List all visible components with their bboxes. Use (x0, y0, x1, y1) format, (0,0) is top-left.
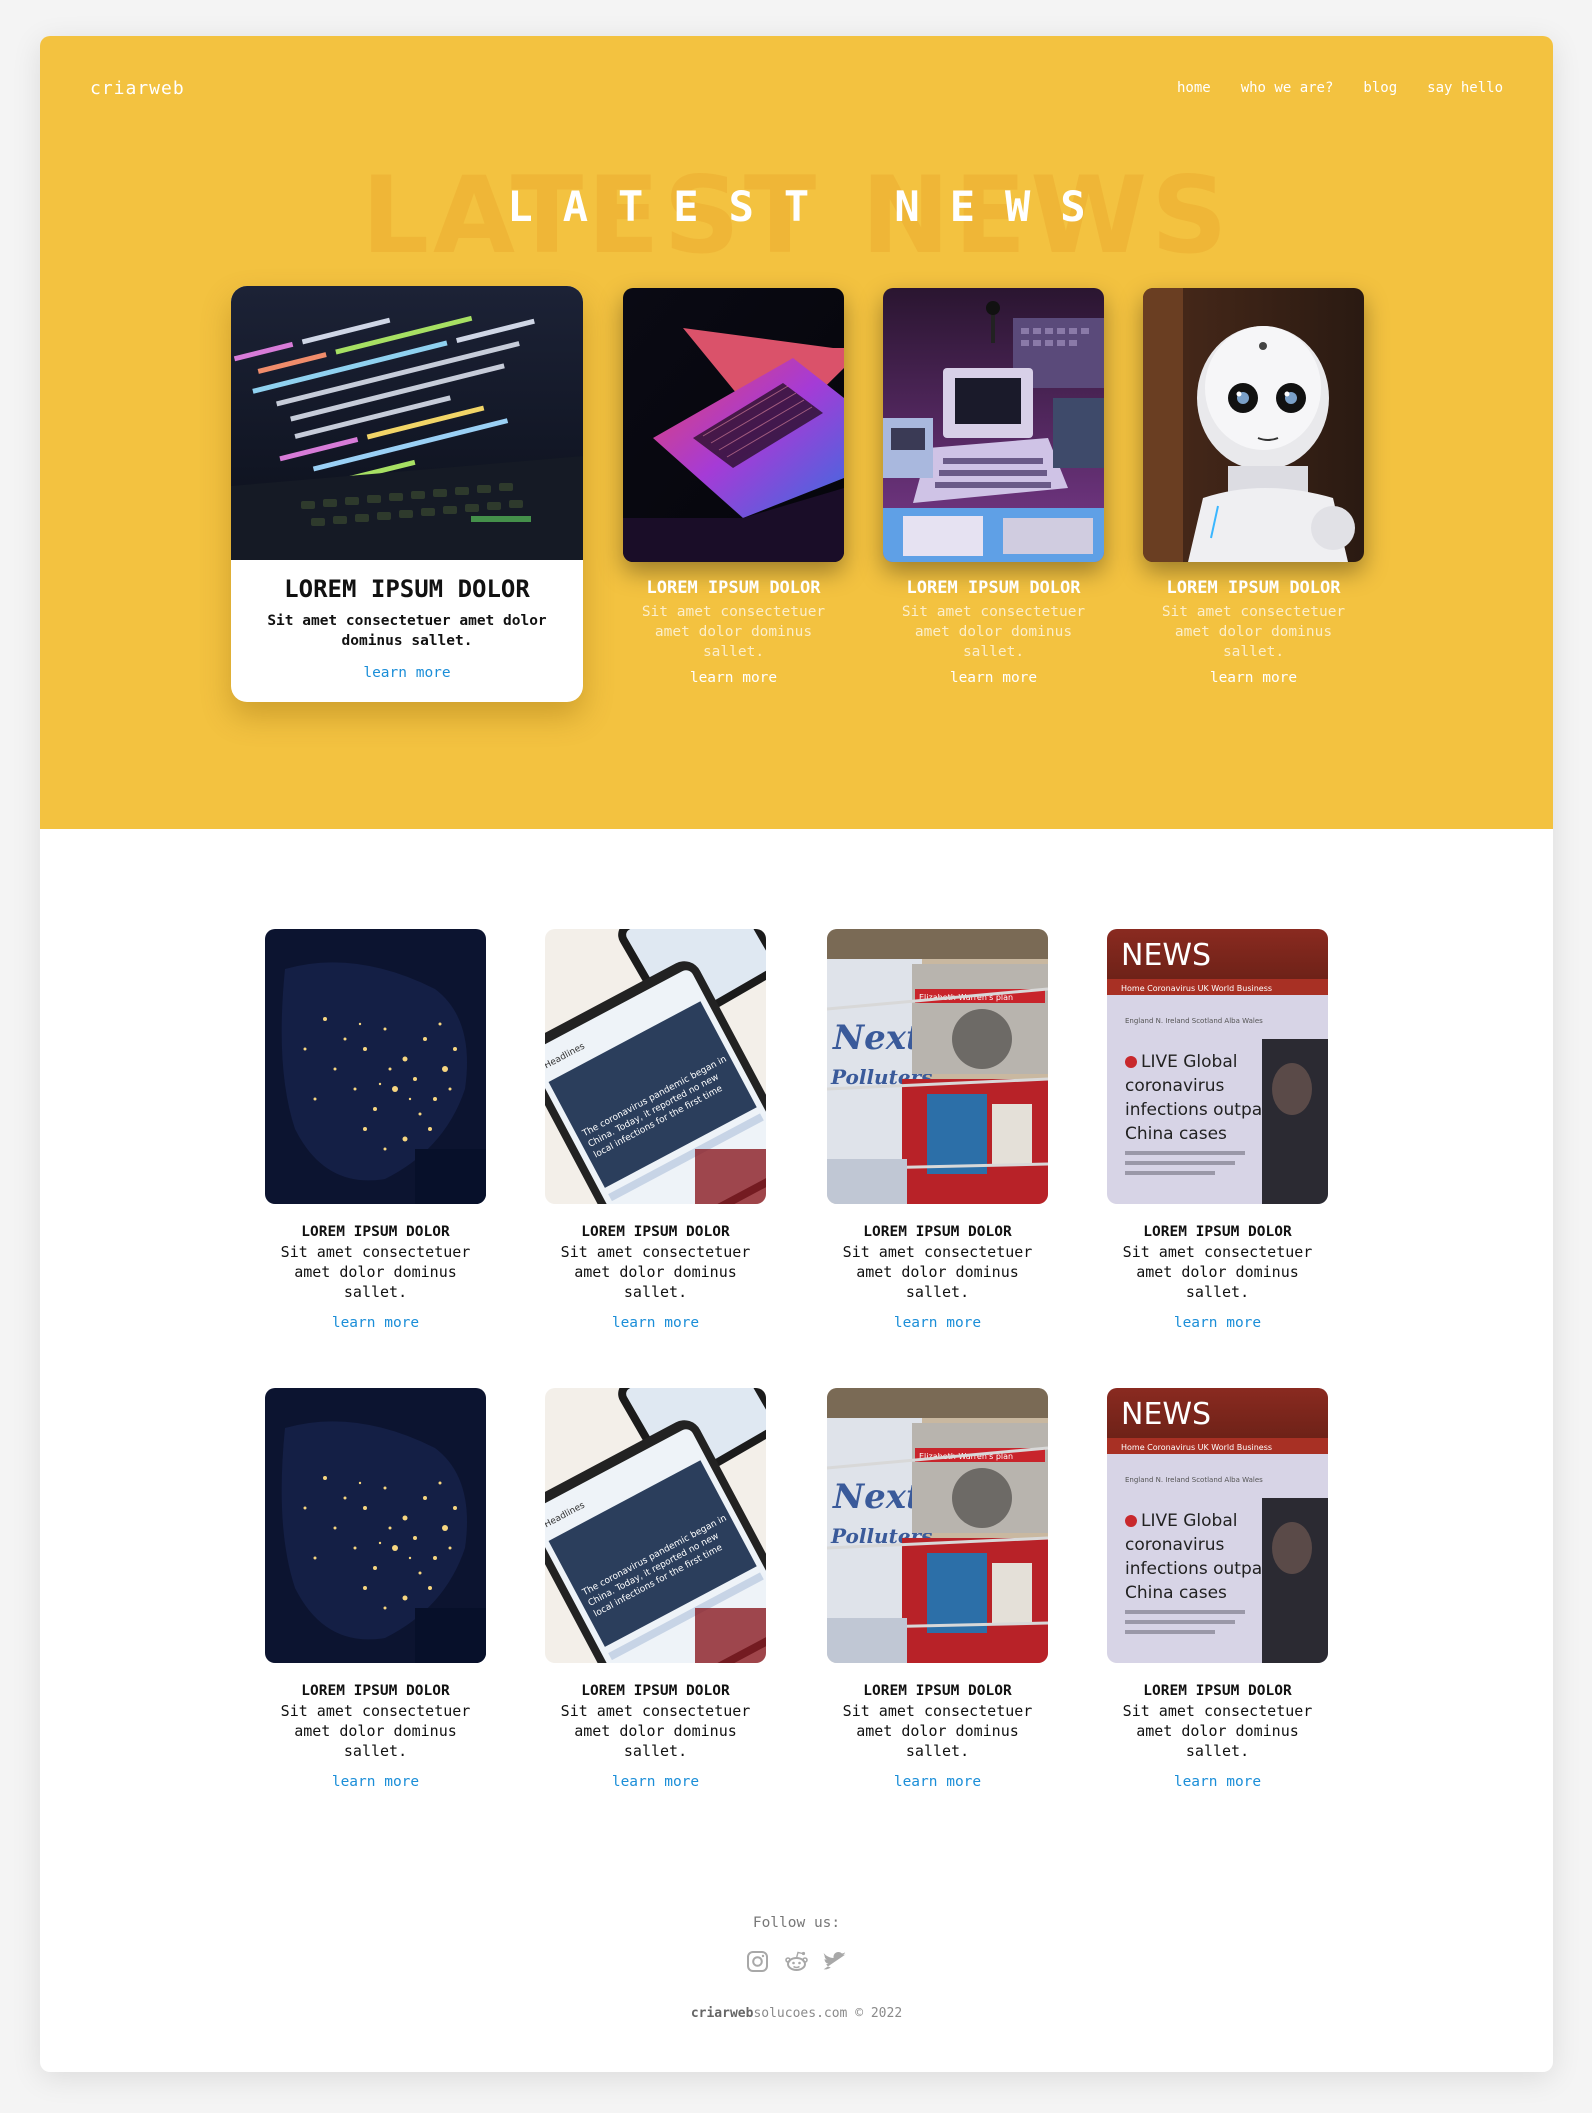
nav-say-hello[interactable]: say hello (1427, 80, 1503, 96)
featured-learn-more-link[interactable]: learn more (231, 665, 583, 681)
grid-news-card[interactable]: Next! Polluters Elizabeth Warren's plan … (827, 1388, 1048, 1790)
hero-card-desc: Sit amet consectetuer amet dolor dominus… (641, 604, 826, 660)
grid-learn-more-link[interactable]: learn more (265, 1315, 486, 1331)
grid-card-title: LOREM IPSUM DOLOR (1143, 1683, 1292, 1699)
magazines-image: Next! Polluters Elizabeth Warren's plan (827, 1388, 1048, 1663)
hero-card-desc: Sit amet consectetuer amet dolor dominus… (1161, 604, 1346, 660)
robot-image (1143, 288, 1364, 562)
featured-news-card[interactable]: LOREM IPSUM DOLOR Sit amet consectetuer … (231, 286, 583, 702)
laptop-code-image (231, 286, 583, 560)
svg-text:infections outpace: infections outpace (1125, 1559, 1282, 1579)
featured-card-title: LOREM IPSUM DOLOR (284, 575, 530, 603)
hero-news-card-2[interactable]: LOREM IPSUM DOLOR Sit amet consectetuer … (883, 288, 1104, 686)
svg-text:China cases: China cases (1125, 1583, 1227, 1603)
hero-card-learn-more-link[interactable]: learn more (883, 670, 1104, 686)
grid-card-title: LOREM IPSUM DOLOR (581, 1224, 730, 1240)
earth-night-image (265, 1388, 486, 1663)
grid-news-card[interactable]: LOREM IPSUM DOLOR Sit amet consectetuer … (265, 1388, 486, 1790)
social-links (40, 1949, 1553, 1974)
grid-card-title: LOREM IPSUM DOLOR (863, 1224, 1012, 1240)
svg-text:LIVE Global: LIVE Global (1141, 1511, 1238, 1531)
news-screen-image: NEWS Home Coronavirus UK World Business … (1107, 1388, 1328, 1663)
follow-us-label: Follow us: (752, 1915, 841, 1931)
hero-card-title: LOREM IPSUM DOLOR (1166, 578, 1341, 598)
svg-text:NEWS: NEWS (1121, 1397, 1211, 1432)
grid-card-title: LOREM IPSUM DOLOR (581, 1683, 730, 1699)
svg-text:coronavirus: coronavirus (1125, 1076, 1225, 1096)
grid-news-card[interactable]: Next! Polluters Elizabeth Warren's plan … (827, 929, 1048, 1331)
grid-card-desc: Sit amet consectetuer amet dolor dominus… (560, 1702, 751, 1760)
nav-blog[interactable]: blog (1363, 80, 1397, 96)
copyright-rest: solucoes.com © 2022 (753, 2006, 903, 2021)
reddit-icon[interactable] (784, 1949, 809, 1974)
grid-learn-more-link[interactable]: learn more (827, 1774, 1048, 1790)
grid-card-desc: Sit amet consectetuer amet dolor dominus… (1122, 1243, 1313, 1301)
hero-news-card-1[interactable]: LOREM IPSUM DOLOR Sit amet consectetuer … (623, 288, 844, 686)
svg-text:coronavirus: coronavirus (1125, 1535, 1225, 1555)
phone-news-image: Headlines The coronavirus pandemic began… (545, 1388, 766, 1663)
svg-text:LIVE Global: LIVE Global (1141, 1052, 1238, 1072)
hero-card-learn-more-link[interactable]: learn more (623, 670, 844, 686)
page-title: LATEST NEWS (507, 182, 1116, 231)
svg-text:Home Coronavirus UK Worl: Home Coronavirus UK World Business (1121, 984, 1272, 993)
news-screen-image: NEWS Home Coronavirus UK World Business … (1107, 929, 1328, 1204)
retro-computer-image (883, 288, 1104, 562)
svg-text:NEWS: NEWS (1121, 938, 1211, 973)
grid-card-desc: Sit amet consectetuer amet dolor dominus… (280, 1702, 471, 1760)
grid-news-card[interactable]: Headlines The coronavirus pandemic began… (545, 1388, 766, 1790)
grid-card-desc: Sit amet consectetuer amet dolor dominus… (1122, 1702, 1313, 1760)
hero-card-title: LOREM IPSUM DOLOR (906, 578, 1081, 598)
nav-home[interactable]: home (1177, 80, 1211, 96)
phone-news-image: Headlines The coronavirus pandemic began… (545, 929, 766, 1204)
grid-news-card[interactable]: Headlines The coronavirus pandemic began… (545, 929, 766, 1331)
grid-card-title: LOREM IPSUM DOLOR (301, 1224, 450, 1240)
page-frame: criarweb home who we are? blog say hello… (40, 36, 1553, 2072)
svg-text:infections outpace: infections outpace (1125, 1100, 1282, 1120)
copyright-brand: criarweb (690, 2006, 754, 2021)
svg-text:China cases: China cases (1125, 1124, 1227, 1144)
grid-news-card[interactable]: LOREM IPSUM DOLOR Sit amet consectetuer … (265, 929, 486, 1331)
grid-news-card[interactable]: NEWS Home Coronavirus UK World Business … (1107, 929, 1328, 1331)
grid-card-title: LOREM IPSUM DOLOR (863, 1683, 1012, 1699)
magazines-image: Next! Polluters Elizabeth Warren's plan (827, 929, 1048, 1204)
hero-card-desc: Sit amet consectetuer amet dolor dominus… (901, 604, 1086, 660)
grid-learn-more-link[interactable]: learn more (827, 1315, 1048, 1331)
twitter-icon[interactable] (823, 1949, 848, 1974)
grid-card-title: LOREM IPSUM DOLOR (301, 1683, 450, 1699)
grid-card-desc: Sit amet consectetuer amet dolor dominus… (560, 1243, 751, 1301)
brand-logo[interactable]: criarweb (90, 78, 185, 99)
grid-card-title: LOREM IPSUM DOLOR (1143, 1224, 1292, 1240)
grid-card-desc: Sit amet consectetuer amet dolor dominus… (280, 1243, 471, 1301)
copyright: criarwebsolucoes.com © 2022 (40, 2006, 1553, 2021)
grid-learn-more-link[interactable]: learn more (1107, 1315, 1328, 1331)
grid-card-desc: Sit amet consectetuer amet dolor dominus… (842, 1243, 1033, 1301)
svg-text:England N. Ireland Scotlan: England N. Ireland Scotland Alba Wales (1125, 1017, 1263, 1025)
instagram-icon[interactable] (745, 1949, 770, 1974)
grid-card-desc: Sit amet consectetuer amet dolor dominus… (842, 1702, 1033, 1760)
grid-news-card[interactable]: NEWS Home Coronavirus UK World Business … (1107, 1388, 1328, 1790)
main-nav: home who we are? blog say hello (1177, 80, 1503, 96)
hero-news-card-3[interactable]: LOREM IPSUM DOLOR Sit amet consectetuer … (1143, 288, 1364, 686)
grid-learn-more-link[interactable]: learn more (545, 1774, 766, 1790)
macbook-image (623, 288, 844, 562)
hero-section: criarweb home who we are? blog say hello… (40, 36, 1553, 829)
featured-card-desc: Sit amet consectetuer amet dolor dominus… (267, 613, 547, 649)
grid-learn-more-link[interactable]: learn more (265, 1774, 486, 1790)
svg-text:England N. Ireland Scotlan: England N. Ireland Scotland Alba Wales (1125, 1476, 1263, 1484)
nav-who-we-are[interactable]: who we are? (1241, 80, 1334, 96)
grid-learn-more-link[interactable]: learn more (1107, 1774, 1328, 1790)
hero-card-learn-more-link[interactable]: learn more (1143, 670, 1364, 686)
earth-night-image (265, 929, 486, 1204)
hero-card-title: LOREM IPSUM DOLOR (646, 578, 821, 598)
svg-text:Home Coronavirus UK Worl: Home Coronavirus UK World Business (1121, 1443, 1272, 1452)
grid-learn-more-link[interactable]: learn more (545, 1315, 766, 1331)
